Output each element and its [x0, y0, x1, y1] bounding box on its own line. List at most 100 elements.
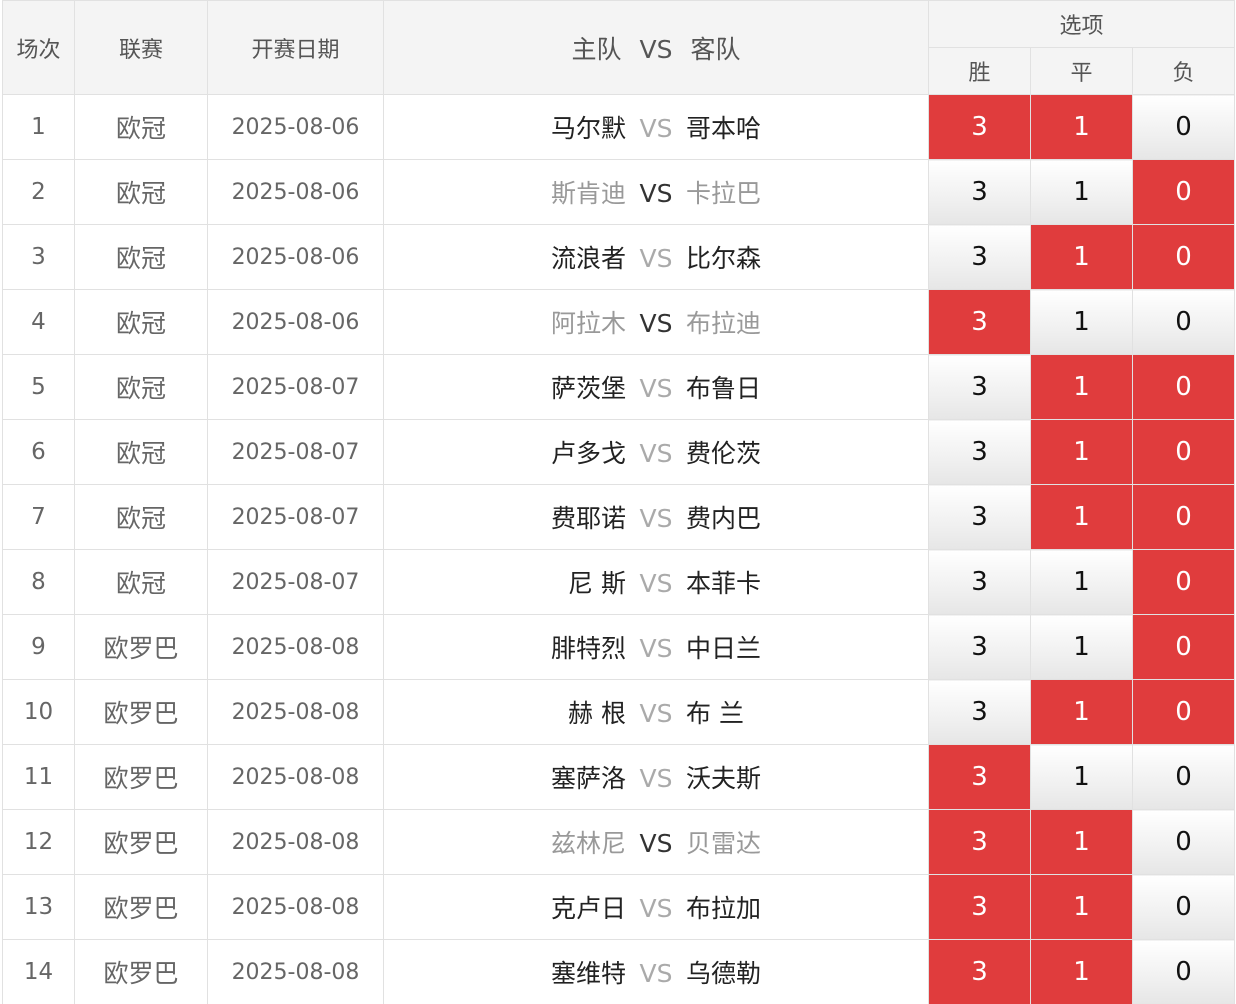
match-number: 14 — [2, 939, 75, 1004]
away-team: 费内巴 — [686, 504, 762, 533]
option-win-button[interactable]: 3 — [928, 354, 1031, 420]
option-lose-button[interactable]: 0 — [1131, 289, 1236, 355]
table-row: 5 欧冠 2025-08-07 萨茨堡 VS 布鲁日 3 1 0 — [2, 354, 1236, 420]
home-team: 萨茨堡 — [550, 374, 626, 403]
table-header: 场次 联赛 开赛日期 主队 VS 客队 选项 胜 平 负 — [2, 0, 1236, 95]
match-number: 9 — [2, 614, 75, 680]
league: 欧罗巴 — [74, 939, 208, 1004]
home-team: 阿拉木 — [550, 309, 626, 338]
option-draw-button[interactable]: 1 — [1030, 94, 1133, 160]
vs-label: VS — [639, 179, 673, 208]
option-draw-button[interactable]: 1 — [1030, 614, 1133, 680]
match-number: 3 — [2, 224, 75, 290]
header-league: 联赛 — [74, 0, 208, 95]
header-vs: VS — [639, 34, 673, 64]
option-draw-button[interactable]: 1 — [1030, 354, 1133, 420]
option-win-button[interactable]: 3 — [928, 874, 1031, 940]
option-draw-button[interactable]: 1 — [1030, 744, 1133, 810]
option-draw-button[interactable]: 1 — [1030, 224, 1133, 290]
away-team: 贝雷达 — [686, 829, 762, 858]
home-team: 塞维特 — [550, 959, 626, 988]
match-date: 2025-08-07 — [207, 419, 384, 485]
match-number: 8 — [2, 549, 75, 615]
teams: 马尔默 VS 哥本哈 — [383, 94, 929, 160]
home-team: 塞萨洛 — [550, 764, 626, 793]
option-lose-button[interactable]: 0 — [1131, 744, 1236, 810]
option-lose-label: 0 — [1175, 437, 1192, 467]
option-draw-label: 1 — [1073, 242, 1090, 272]
match-number: 1 — [2, 94, 75, 160]
option-lose-button[interactable]: 0 — [1131, 614, 1236, 680]
option-win-button[interactable]: 3 — [928, 679, 1031, 745]
league: 欧罗巴 — [74, 874, 208, 940]
vs-label: VS — [639, 764, 673, 793]
match-number: 2 — [2, 159, 75, 225]
option-draw-button[interactable]: 1 — [1030, 484, 1133, 550]
option-draw-button[interactable]: 1 — [1030, 289, 1133, 355]
vs-label: VS — [639, 634, 673, 663]
header-away: 客队 — [690, 34, 741, 64]
option-lose-button[interactable]: 0 — [1131, 679, 1236, 745]
option-lose-button[interactable]: 0 — [1131, 354, 1236, 420]
teams: 腓特烈 VS 中日兰 — [383, 614, 929, 680]
option-lose-button[interactable]: 0 — [1131, 939, 1236, 1004]
option-win-label: 3 — [971, 242, 988, 272]
option-lose-label: 0 — [1175, 827, 1192, 857]
option-win-button[interactable]: 3 — [928, 289, 1031, 355]
home-team: 腓特烈 — [550, 634, 626, 663]
away-team: 沃夫斯 — [686, 764, 762, 793]
option-draw-button[interactable]: 1 — [1030, 679, 1133, 745]
match-number: 10 — [2, 679, 75, 745]
option-draw-button[interactable]: 1 — [1030, 939, 1133, 1004]
option-draw-label: 1 — [1073, 762, 1090, 792]
option-lose-label: 0 — [1175, 957, 1192, 987]
option-win-label: 3 — [971, 827, 988, 857]
option-lose-button[interactable]: 0 — [1131, 874, 1236, 940]
option-win-label: 3 — [971, 437, 988, 467]
league: 欧罗巴 — [74, 614, 208, 680]
header-date: 开赛日期 — [207, 0, 384, 95]
option-win-button[interactable]: 3 — [928, 159, 1031, 225]
option-draw-label: 1 — [1073, 892, 1090, 922]
option-win-button[interactable]: 3 — [928, 484, 1031, 550]
teams: 费耶诺 VS 费内巴 — [383, 484, 929, 550]
option-lose-button[interactable]: 0 — [1131, 809, 1236, 875]
match-number: 5 — [2, 354, 75, 420]
table-row: 4 欧冠 2025-08-06 阿拉木 VS 布拉迪 3 1 0 — [2, 289, 1236, 355]
away-team: 卡拉巴 — [686, 179, 762, 208]
away-team: 本菲卡 — [686, 569, 762, 598]
option-win-button[interactable]: 3 — [928, 809, 1031, 875]
vs-label: VS — [639, 309, 673, 338]
table-row: 1 欧冠 2025-08-06 马尔默 VS 哥本哈 3 1 0 — [2, 94, 1236, 160]
option-win-label: 3 — [971, 372, 988, 402]
option-win-button[interactable]: 3 — [928, 224, 1031, 290]
option-lose-button[interactable]: 0 — [1131, 159, 1236, 225]
option-win-button[interactable]: 3 — [928, 94, 1031, 160]
option-win-button[interactable]: 3 — [928, 744, 1031, 810]
option-win-button[interactable]: 3 — [928, 549, 1031, 615]
option-lose-button[interactable]: 0 — [1131, 484, 1236, 550]
vs-label: VS — [639, 699, 673, 728]
option-lose-button[interactable]: 0 — [1131, 549, 1236, 615]
option-win-button[interactable]: 3 — [928, 419, 1031, 485]
teams: 兹林尼 VS 贝雷达 — [383, 809, 929, 875]
option-draw-button[interactable]: 1 — [1030, 419, 1133, 485]
option-win-button[interactable]: 3 — [928, 939, 1031, 1004]
option-draw-button[interactable]: 1 — [1030, 549, 1133, 615]
option-win-label: 3 — [971, 892, 988, 922]
option-lose-button[interactable]: 0 — [1131, 224, 1236, 290]
league: 欧冠 — [74, 159, 208, 225]
option-lose-label: 0 — [1175, 177, 1192, 207]
match-number: 11 — [2, 744, 75, 810]
match-number: 6 — [2, 419, 75, 485]
option-lose-button[interactable]: 0 — [1131, 419, 1236, 485]
option-lose-button[interactable]: 0 — [1131, 94, 1236, 160]
option-lose-label: 0 — [1175, 242, 1192, 272]
option-draw-button[interactable]: 1 — [1030, 874, 1133, 940]
option-lose-label: 0 — [1175, 632, 1192, 662]
option-draw-label: 1 — [1073, 567, 1090, 597]
league: 欧冠 — [74, 354, 208, 420]
option-draw-button[interactable]: 1 — [1030, 159, 1133, 225]
option-win-button[interactable]: 3 — [928, 614, 1031, 680]
option-draw-button[interactable]: 1 — [1030, 809, 1133, 875]
